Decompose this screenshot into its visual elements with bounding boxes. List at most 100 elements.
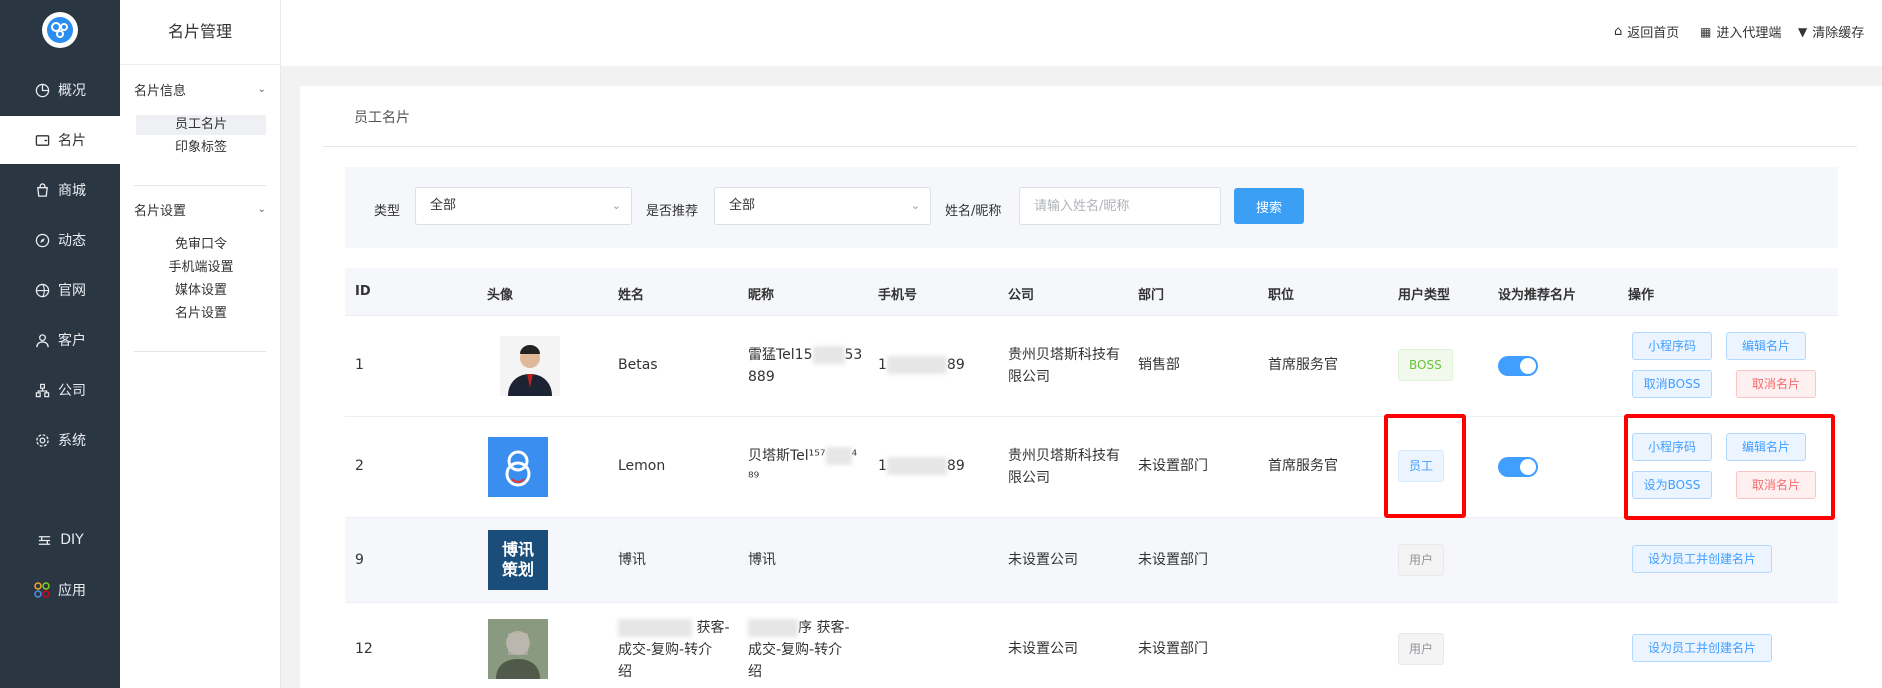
cell-id: 12 <box>355 641 373 657</box>
text-part: 1 <box>878 357 887 373</box>
text-part: 53 <box>844 347 863 363</box>
nav-item-card[interactable]: 名片 <box>0 116 120 164</box>
select-value: 全部 <box>430 198 457 213</box>
nav-item-system[interactable]: 系统 <box>0 416 120 464</box>
qr-code-button[interactable]: 小程序码 <box>1632 332 1712 360</box>
chevron-down-icon: ⌄ <box>910 199 920 212</box>
nav-item-company[interactable]: 公司 <box>0 366 120 414</box>
cell-phone: 1 89 <box>878 455 965 477</box>
cell-name: Betas <box>618 357 658 373</box>
col-company: 公司 <box>1008 288 1035 303</box>
nav-item-feed[interactable]: 动态 <box>0 216 120 264</box>
select-value: 全部 <box>729 198 756 213</box>
group-card-settings[interactable]: 名片设置 ⌄ <box>134 200 266 219</box>
redacted-block <box>886 457 947 475</box>
sub-link-impression-tags[interactable]: 印象标签 <box>136 138 266 158</box>
sub-nav-title: 名片管理 <box>120 0 280 65</box>
group-label: 名片信息 <box>134 84 187 99</box>
avatar-text: 博讯 <box>501 540 534 559</box>
type-select[interactable]: 全部 ⌄ <box>415 187 632 225</box>
brush-icon: ▼ <box>1798 24 1808 39</box>
link-label: 返回首页 <box>1627 26 1680 41</box>
sub-link-employee-cards[interactable]: 员工名片 <box>136 115 266 135</box>
apps-icon <box>34 582 50 598</box>
text-part: 获客- <box>696 620 730 636</box>
divider <box>134 351 266 352</box>
app-logo[interactable] <box>42 12 78 48</box>
person-photo <box>500 336 560 396</box>
group-card-info[interactable]: 名片信息 ⌄ <box>134 80 266 99</box>
text-part: 89 <box>946 357 965 373</box>
nav-item-shop[interactable]: 商城 <box>0 166 120 214</box>
cell-nickname: 博讯 <box>748 552 776 568</box>
set-employee-button[interactable]: 设为员工并创建名片 <box>1632 545 1772 573</box>
agent-link[interactable]: ▦ 进入代理端 <box>1700 22 1781 42</box>
person-photo <box>488 619 548 679</box>
recommend-toggle[interactable] <box>1498 356 1538 376</box>
cancel-card-button[interactable]: 取消名片 <box>1736 370 1816 398</box>
nav-item-website[interactable]: 官网 <box>0 266 120 314</box>
main-nav: 概况 名片 商城 动态 官网 客户 公司 系统 DIY 应用 <box>0 0 120 688</box>
cell-company: 未设置公司 <box>1008 641 1078 657</box>
text-part: 绍 <box>618 664 632 680</box>
text-part: 序 获客- <box>798 620 850 636</box>
cell-department: 销售部 <box>1138 357 1180 373</box>
nav-item-overview[interactable]: 概况 <box>0 66 120 114</box>
nav-label: 应用 <box>58 583 86 599</box>
group-label: 名片设置 <box>134 204 187 219</box>
gear-icon <box>34 432 50 448</box>
sub-link-free-review[interactable]: 免审口令 <box>136 235 266 255</box>
col-actions: 操作 <box>1628 288 1655 303</box>
nav-label: 官网 <box>58 283 86 299</box>
recommend-select[interactable]: 全部 ⌄ <box>714 187 931 225</box>
redacted-block <box>748 619 798 637</box>
cell-name: 博讯 <box>618 552 646 568</box>
nav-label: 客户 <box>58 333 86 349</box>
cell-department: 未设置部门 <box>1138 552 1208 568</box>
cell-id: 1 <box>355 357 364 373</box>
redacted-block <box>618 619 692 637</box>
grid-icon: ▦ <box>1700 24 1712 39</box>
pie-chart-icon <box>34 82 50 98</box>
clear-cache-link[interactable]: ▼ 清除缓存 <box>1798 22 1865 42</box>
text-part: 1 <box>878 458 887 474</box>
search-button[interactable]: 搜索 <box>1234 188 1304 224</box>
table-row: 1 Betas 雷猛Tel15 53 889 1 89 贵州贝塔斯科技有限公司 销售部… <box>345 316 1838 417</box>
avatar <box>488 437 548 497</box>
top-bar: ⌂ 返回首页 ▦ 进入代理端 ▼ 清除缓存 <box>281 0 1882 66</box>
link-label: 清除缓存 <box>1812 26 1865 41</box>
status-badge: BOSS <box>1398 349 1453 381</box>
set-employee-button[interactable]: 设为员工并创建名片 <box>1632 634 1772 662</box>
col-user-type: 用户类型 <box>1398 288 1451 303</box>
diy-icon <box>36 532 52 548</box>
nav-label: DIY <box>60 532 84 548</box>
col-id: ID <box>355 284 371 299</box>
nav-item-diy[interactable]: DIY <box>0 516 120 564</box>
nav-item-apps[interactable]: 应用 <box>0 566 120 614</box>
sub-link-card-settings[interactable]: 名片设置 <box>136 304 266 324</box>
sub-link-mobile-settings[interactable]: 手机端设置 <box>136 258 266 278</box>
avatar <box>488 619 548 679</box>
recommend-label: 是否推荐 <box>646 204 699 219</box>
text-part: 成交-复购-转介 <box>618 642 713 658</box>
edit-card-button[interactable]: 编辑名片 <box>1726 332 1806 360</box>
name-search-input[interactable] <box>1019 187 1221 225</box>
col-avatar: 头像 <box>487 288 514 303</box>
nav-label: 公司 <box>58 383 86 399</box>
text-part: 绍 <box>748 664 762 680</box>
cancel-boss-button[interactable]: 取消BOSS <box>1632 370 1712 398</box>
cell-department: 未设置部门 <box>1138 641 1208 657</box>
card-icon <box>34 132 50 148</box>
chevron-down-icon: ⌄ <box>611 199 621 212</box>
text-part: 贝塔斯Tel¹⁵⁷ <box>748 448 826 464</box>
cell-id: 9 <box>355 552 364 568</box>
sub-link-media-settings[interactable]: 媒体设置 <box>136 281 266 301</box>
recommend-toggle[interactable] <box>1498 457 1538 477</box>
logo-icon <box>47 17 73 43</box>
nav-item-customer[interactable]: 客户 <box>0 316 120 364</box>
text-part: ⁸⁹ <box>748 470 760 486</box>
back-home-link[interactable]: ⌂ 返回首页 <box>1614 22 1679 41</box>
cell-company: 未设置公司 <box>1008 552 1078 568</box>
nav-label: 商城 <box>58 183 86 199</box>
sub-nav: 名片管理 名片信息 ⌄ 员工名片 印象标签 名片设置 ⌄ 免审口令 手机端设置 … <box>120 0 281 688</box>
